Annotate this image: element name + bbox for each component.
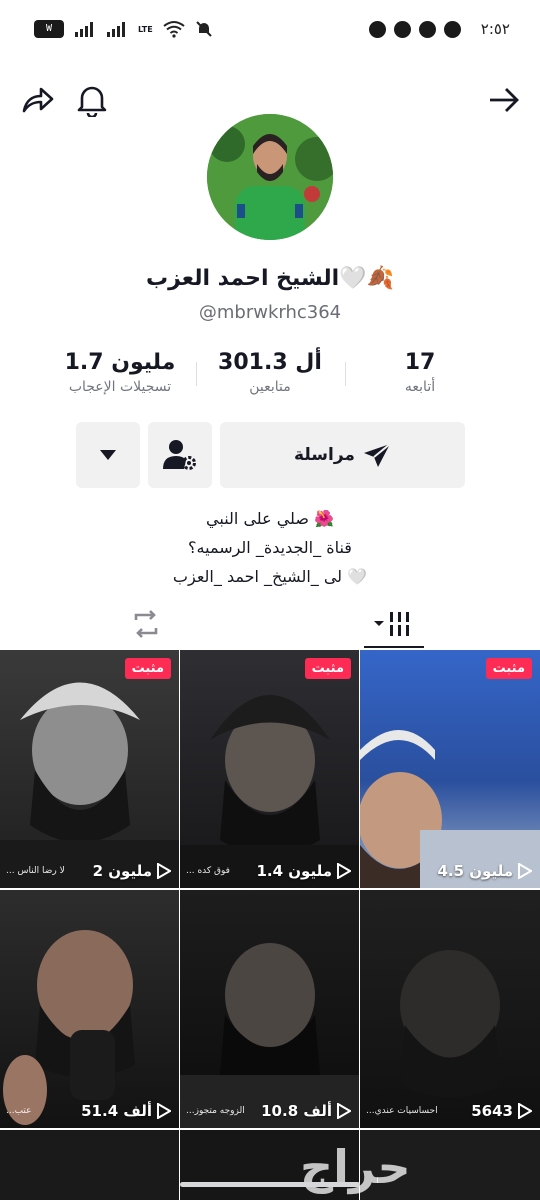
view-count: 5643 (471, 1102, 532, 1120)
video-thumbnail[interactable]: ...عتب 51.4 ألف (0, 890, 179, 1128)
view-count: 51.4 ألف (81, 1102, 171, 1120)
video-caption: ...الزوجه متجوز (186, 1106, 245, 1116)
view-count-text: 4.5 مليون (437, 862, 513, 880)
messenger-icon (443, 20, 461, 38)
pinned-badge: مثبت (124, 658, 171, 679)
stat-divider (196, 362, 197, 386)
status-left: W LTE (34, 20, 213, 38)
more-dropdown-button[interactable] (76, 422, 140, 488)
view-count: 1.4 مليون (256, 862, 351, 880)
following-label: أتابعه (404, 379, 436, 395)
bio-line: لى _الشيخ_ احمد _العزب 🤍 (172, 567, 368, 586)
share-button[interactable] (18, 80, 58, 120)
network-label: LTE (138, 24, 153, 34)
video-caption: ... فوق كده (186, 866, 230, 876)
view-count: 4.5 مليون (437, 862, 532, 880)
status-right: ٢:٥٢ (368, 20, 510, 38)
video-frame (400, 950, 500, 1098)
following-stat[interactable]: 17 أتابعه (380, 350, 460, 395)
bio-line: قناة _الجديدة_ الرسميه؟ (188, 538, 352, 557)
play-icon (518, 1103, 532, 1119)
profile-bio: صلي على النبي 🌺 قناة _الجديدة_ الرسميه؟ … (0, 504, 540, 591)
video-frame (0, 682, 179, 888)
view-count: 2 مليون (93, 862, 171, 880)
tab-reposts[interactable] (116, 600, 176, 648)
followers-count: 301.3 أل (218, 350, 322, 375)
view-count-text: 10.8 ألف (261, 1102, 332, 1120)
play-icon (337, 1103, 351, 1119)
bell-icon (77, 86, 107, 117)
following-count: 17 (404, 350, 436, 375)
video-caption: ... لا رضا الناس (6, 866, 65, 876)
video-thumbnail[interactable]: مثبت ... لا رضا الناس 2 مليون (0, 650, 179, 888)
send-icon (363, 443, 391, 467)
likes-count: 1.7 مليون (64, 350, 176, 375)
play-icon (337, 863, 351, 879)
video-caption: ...احساسيات عندي (366, 1106, 438, 1116)
profile-stats: 1.7 مليون تسجيلات الإعجاب 301.3 أل متابع… (0, 350, 540, 410)
video-grid: مثبت ... لا رضا الناس 2 مليون مثبت ... ف… (0, 650, 540, 1200)
user-settings-icon (163, 440, 196, 470)
message-button[interactable]: مراسلة (220, 422, 465, 488)
view-count-text: 1.4 مليون (256, 862, 332, 880)
wifi-icon (163, 21, 185, 38)
profile-handle: @mbrwkrhc364 (198, 302, 342, 323)
status-time: ٢:٥٢ (480, 20, 510, 38)
app-badge: W (34, 20, 64, 38)
grid-icon (374, 612, 409, 636)
back-button[interactable] (484, 80, 524, 120)
play-icon (518, 863, 532, 879)
mute-bell-icon (195, 21, 212, 37)
signal-icon (75, 22, 93, 37)
follow-settings-button[interactable] (148, 422, 212, 488)
pinned-badge: مثبت (485, 658, 532, 679)
repost-icon (134, 610, 158, 638)
followers-stat[interactable]: 301.3 أل متابعين (205, 350, 335, 395)
video-frame (3, 930, 135, 1125)
caret-down-icon (100, 450, 116, 460)
video-thumbnail[interactable] (0, 1130, 179, 1200)
video-thumbnail[interactable]: مثبت 4.5 مليون (360, 650, 540, 888)
video-thumbnail[interactable]: مثبت ... فوق كده 1.4 مليون (180, 650, 359, 888)
video-caption: ...عتب (6, 1106, 32, 1116)
profile-name: الشيخ احمد العزب🤍🍂 (145, 266, 394, 291)
arrow-right-icon (490, 88, 519, 112)
followers-label: متابعين (249, 379, 291, 395)
likes-stat[interactable]: 1.7 مليون تسجيلات الإعجاب (50, 350, 190, 395)
view-count-text: 51.4 ألف (81, 1102, 152, 1120)
share-icon (22, 87, 54, 113)
notifications-button[interactable] (72, 80, 112, 120)
messenger-icon (393, 20, 411, 38)
stat-divider (345, 362, 346, 386)
video-thumbnail[interactable]: ...الزوجه متجوز 10.8 ألف (180, 890, 359, 1128)
view-count-text: 2 مليون (92, 862, 152, 880)
status-bar: W LTE ٢:٥٢ (0, 0, 540, 62)
signal-icon-2 (107, 22, 125, 37)
avatar-image (207, 114, 333, 240)
play-icon (157, 863, 171, 879)
likes-label: تسجيلات الإعجاب (68, 379, 172, 395)
tab-videos[interactable] (364, 600, 424, 648)
content-tabs (0, 600, 540, 648)
video-frame (180, 943, 359, 1128)
message-button-label: مراسلة (294, 445, 355, 465)
profile-actions: مراسلة (0, 422, 540, 488)
messenger-icon (418, 20, 436, 38)
video-frame (360, 730, 540, 888)
home-indicator[interactable] (180, 1182, 360, 1187)
play-icon (157, 1103, 171, 1119)
video-thumbnail[interactable]: ...احساسيات عندي 5643 (360, 890, 540, 1128)
avatar[interactable] (207, 114, 333, 240)
bio-line: صلي على النبي 🌺 (206, 509, 334, 528)
view-count-text: 5643 (471, 1102, 513, 1120)
active-tab-indicator (364, 646, 424, 648)
pinned-badge: مثبت (304, 658, 351, 679)
view-count: 10.8 ألف (261, 1102, 351, 1120)
video-frame (180, 695, 359, 888)
messenger-icon (368, 20, 386, 38)
